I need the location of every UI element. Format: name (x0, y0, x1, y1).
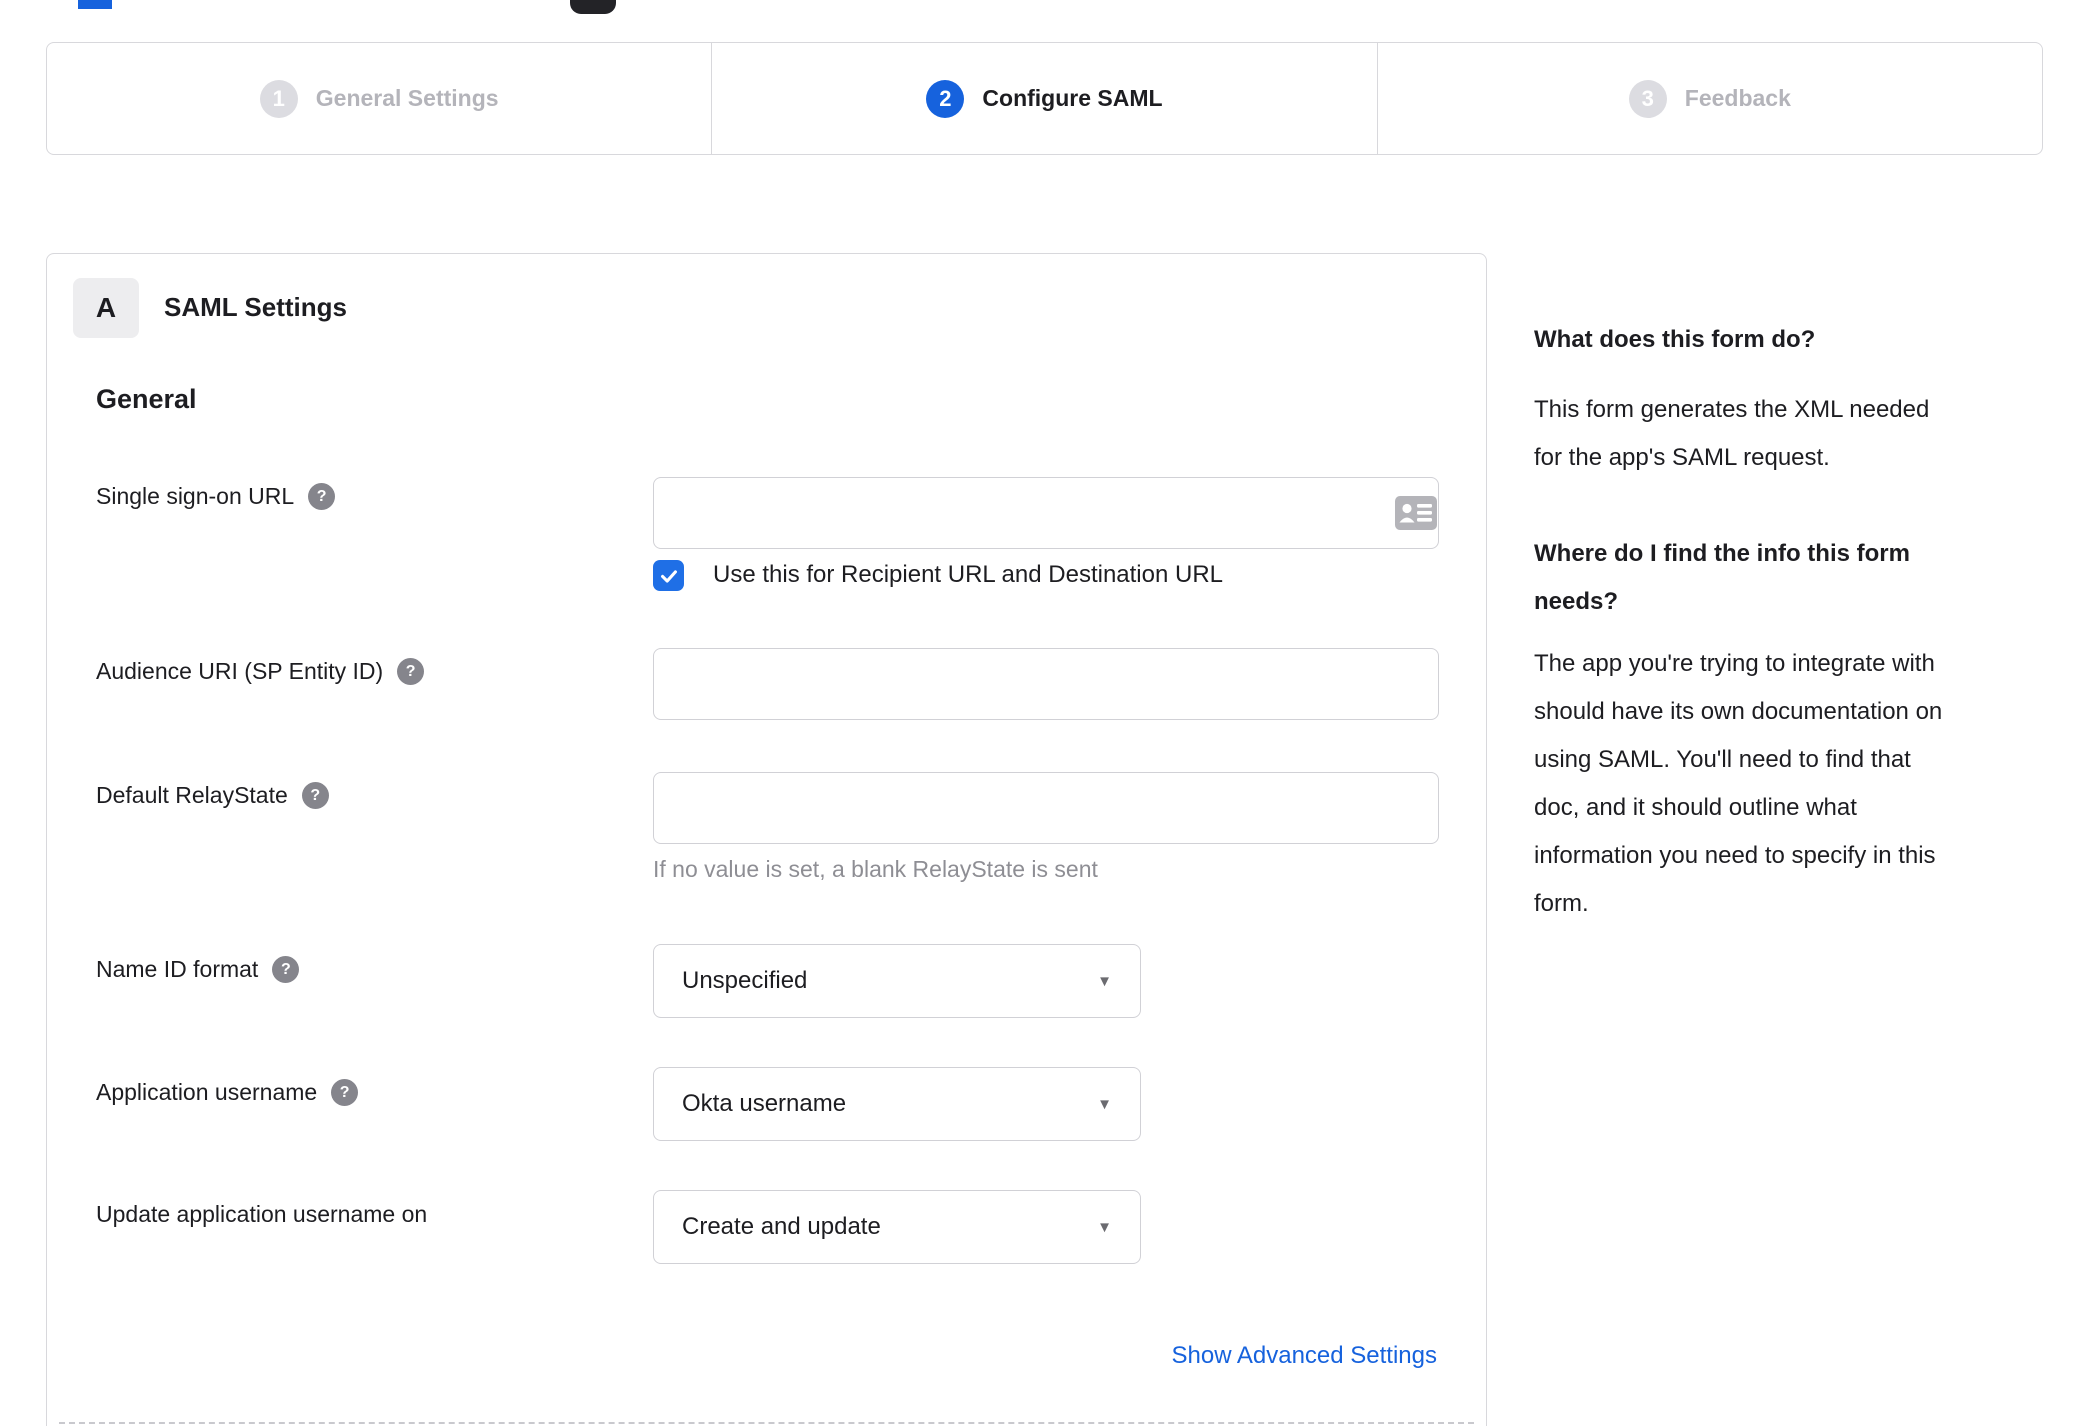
step-number-badge: 3 (1628, 79, 1667, 118)
relaystate-helper-text: If no value is set, a blank RelayState i… (653, 856, 1098, 882)
section-title: SAML Settings (164, 292, 347, 322)
help-icon[interactable]: ? (397, 658, 425, 685)
name-id-format-value: Unspecified (682, 967, 808, 994)
application-username-value: Okta username (682, 1090, 847, 1117)
sso-url-label-text: Single sign-on URL (96, 483, 295, 509)
name-id-format-label-text: Name ID format (96, 956, 259, 982)
step-configure-saml[interactable]: 2 Configure SAML (711, 43, 1376, 154)
application-username-label-text: Application username (96, 1079, 318, 1105)
audience-uri-label-text: Audience URI (SP Entity ID) (96, 658, 384, 684)
update-application-username-label-text: Update application username on (96, 1201, 428, 1227)
help-icon[interactable]: ? (272, 956, 300, 983)
chevron-down-icon: ▼ (1097, 972, 1112, 990)
step-label: General Settings (315, 85, 499, 111)
checkmark-icon (660, 569, 677, 583)
help-icon[interactable]: ? (308, 483, 336, 510)
help-sidebar: What does this form do? This form genera… (1534, 316, 2046, 928)
update-application-username-select[interactable]: Create and update ▼ (653, 1190, 1141, 1264)
chevron-down-icon: ▼ (1097, 1095, 1112, 1113)
update-application-username-label: Update application username on (96, 1201, 427, 1228)
help-heading-what: What does this form do? (1534, 326, 1816, 353)
step-label: Feedback (1684, 85, 1791, 111)
step-number-badge: 1 (259, 79, 298, 118)
section-dashed-divider (59, 1422, 1474, 1424)
help-heading-where: Where do I find the info this form needs… (1534, 540, 1910, 615)
application-username-label: Application username ? (96, 1079, 359, 1106)
saml-settings-panel: A SAML Settings General Single sign-on U… (46, 253, 1487, 1426)
general-group-title: General (96, 384, 197, 414)
recipient-url-checkbox-label: Use this for Recipient URL and Destinati… (713, 561, 1224, 588)
update-application-username-value: Create and update (682, 1213, 881, 1240)
recipient-url-checkbox[interactable] (653, 560, 684, 591)
sso-url-label: Single sign-on URL ? (96, 483, 336, 510)
help-section-what: What does this form do? This form genera… (1534, 316, 2046, 482)
audience-uri-input[interactable] (653, 648, 1439, 720)
step-number-badge: 2 (926, 79, 965, 118)
step-feedback[interactable]: 3 Feedback (1376, 43, 2042, 154)
default-relaystate-label: Default RelayState ? (96, 782, 329, 809)
audience-uri-label: Audience URI (SP Entity ID) ? (96, 658, 425, 685)
step-label: Configure SAML (982, 85, 1163, 111)
sso-url-input[interactable] (653, 477, 1439, 549)
help-body-where: The app you're trying to integrate with … (1534, 650, 1943, 917)
name-id-format-select[interactable]: Unspecified ▼ (653, 944, 1141, 1018)
clipped-header-accent (78, 0, 112, 9)
section-a-badge: A (73, 278, 139, 338)
chevron-down-icon: ▼ (1097, 1218, 1112, 1236)
default-relaystate-input[interactable] (653, 772, 1439, 844)
help-icon[interactable]: ? (301, 782, 329, 809)
help-body-what: This form generates the XML needed for t… (1534, 396, 1930, 471)
wizard-stepper: 1 General Settings 2 Configure SAML 3 Fe… (46, 42, 2043, 155)
help-section-where: Where do I find the info this form needs… (1534, 530, 2046, 928)
name-id-format-label: Name ID format ? (96, 956, 300, 983)
step-general-settings[interactable]: 1 General Settings (47, 43, 711, 154)
show-advanced-settings-link[interactable]: Show Advanced Settings (1171, 1342, 1437, 1370)
application-username-select[interactable]: Okta username ▼ (653, 1067, 1141, 1141)
default-relaystate-label-text: Default RelayState (96, 782, 288, 808)
help-icon[interactable]: ? (331, 1079, 359, 1106)
clipped-header-icon (570, 0, 616, 14)
